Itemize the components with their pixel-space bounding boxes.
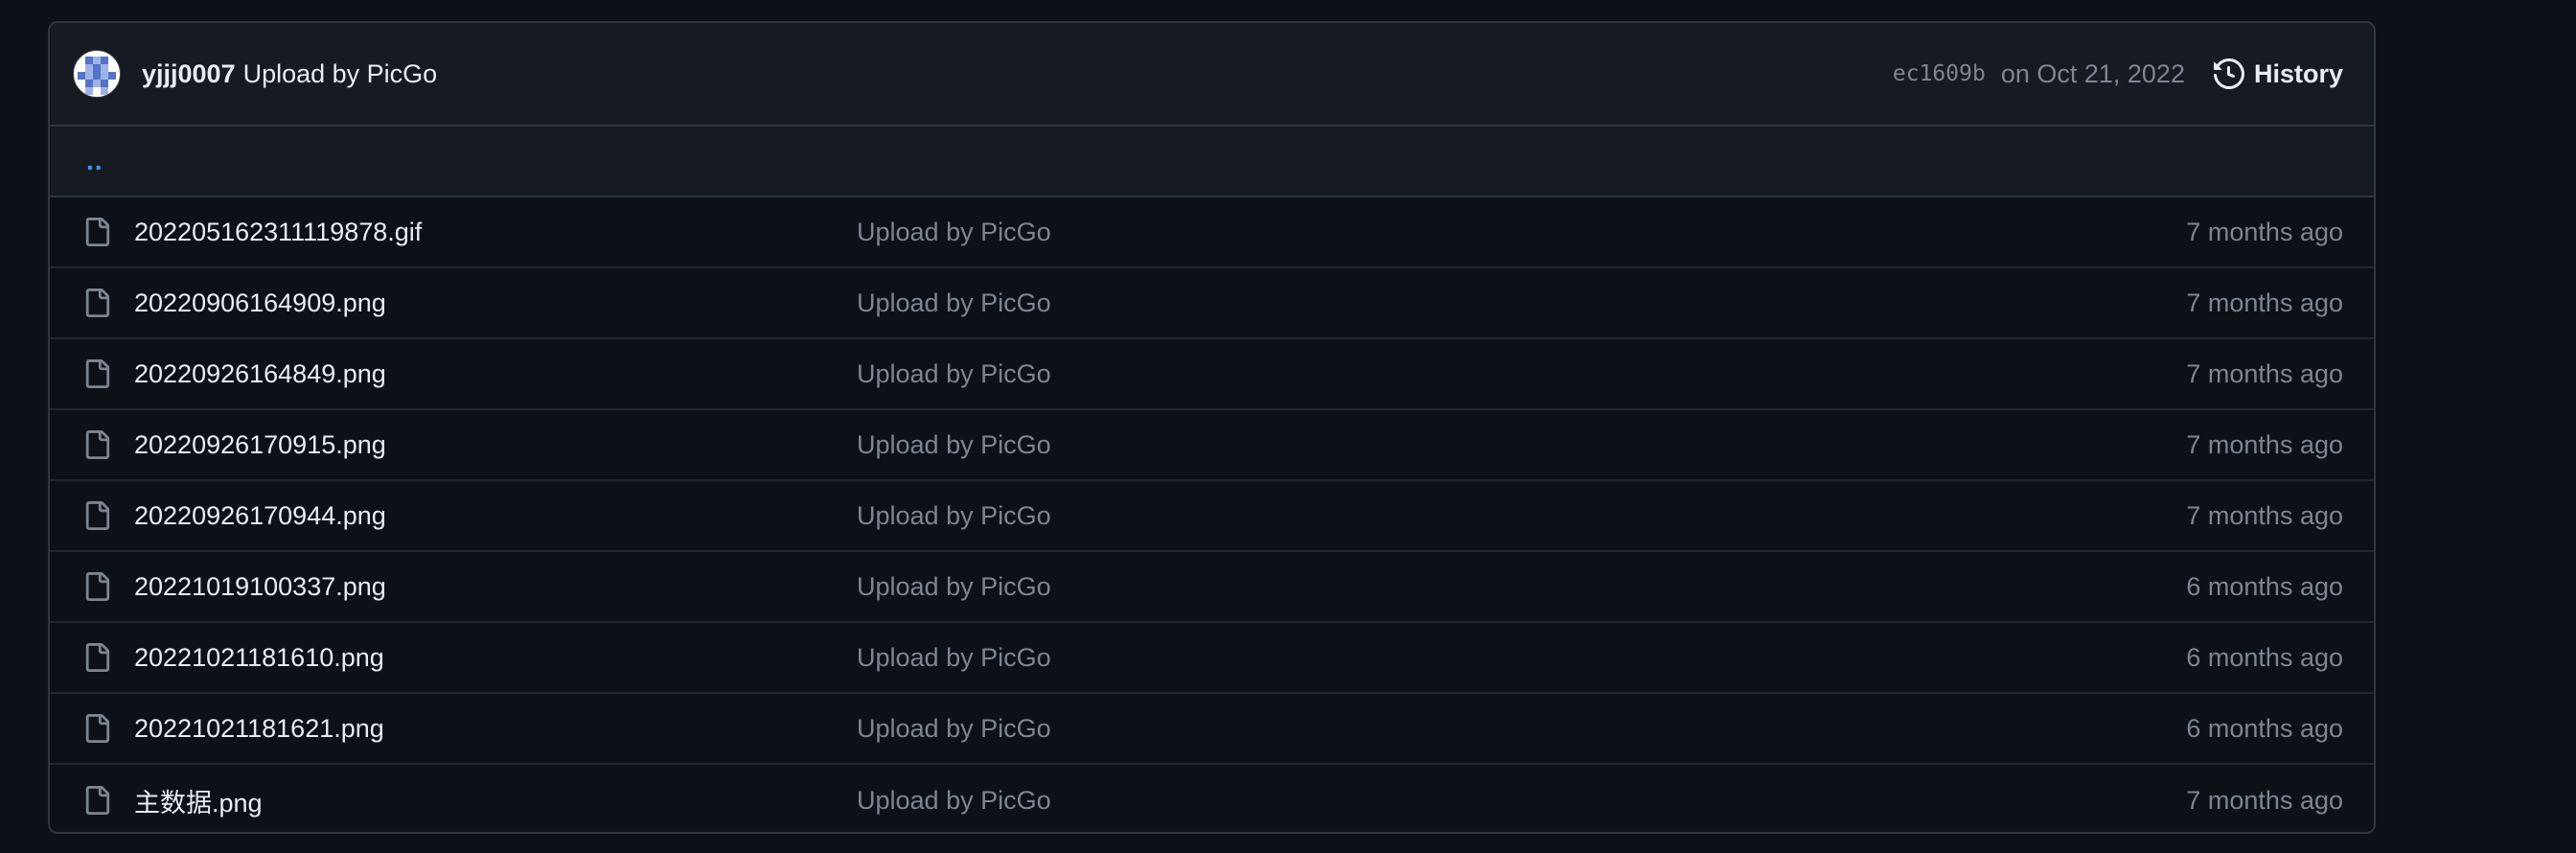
latest-commit-bar: yjjj0007 Upload by PicGo ec1609b on Oct … (50, 23, 2374, 127)
commit-author-link[interactable]: yjjj0007 (142, 59, 236, 89)
file-row[interactable]: 20220926170944.png Upload by PicGo 7 mon… (50, 481, 2374, 552)
file-name-link[interactable]: 20220906164909.png (134, 288, 857, 318)
file-name-link[interactable]: 主数据.png (134, 782, 857, 819)
file-last-modified: 6 months ago (2186, 571, 2343, 601)
file-icon (85, 430, 110, 459)
file-icon (85, 786, 110, 815)
file-commit-message-link[interactable]: Upload by PicGo (857, 501, 1051, 531)
file-browser: yjjj0007 Upload by PicGo ec1609b on Oct … (48, 21, 2376, 834)
file-list: 202205162311119878.gif Upload by PicGo 7… (50, 197, 2374, 832)
file-icon (85, 288, 110, 317)
commit-message-link[interactable]: Upload by PicGo (243, 59, 438, 89)
file-last-modified: 7 months ago (2186, 785, 2343, 815)
file-last-modified: 7 months ago (2186, 429, 2343, 459)
file-name-link[interactable]: 20221021181621.png (134, 714, 857, 744)
file-commit-message-link[interactable]: Upload by PicGo (857, 786, 1051, 816)
file-row[interactable]: 202205162311119878.gif Upload by PicGo 7… (50, 197, 2374, 268)
file-name-link[interactable]: 20221019100337.png (134, 572, 857, 602)
file-name-link[interactable]: 20221021181610.png (134, 643, 857, 673)
file-commit-message-link[interactable]: Upload by PicGo (857, 572, 1051, 602)
file-commit-message-link[interactable]: Upload by PicGo (857, 430, 1051, 460)
file-name-link[interactable]: 202205162311119878.gif (134, 218, 857, 247)
file-row[interactable]: 20221021181610.png Upload by PicGo 6 mon… (50, 623, 2374, 694)
file-last-modified: 7 months ago (2186, 500, 2343, 530)
file-row[interactable]: 主数据.png Upload by PicGo 7 months ago (50, 765, 2374, 832)
file-icon (85, 572, 110, 601)
file-row[interactable]: 20220906164909.png Upload by PicGo 7 mon… (50, 268, 2374, 339)
file-name-link[interactable]: 20220926164849.png (134, 359, 857, 389)
file-name-link[interactable]: 20220926170944.png (134, 501, 857, 531)
history-button[interactable]: History (2213, 58, 2343, 89)
file-icon (85, 643, 110, 672)
file-row[interactable]: 20221019100337.png Upload by PicGo 6 mon… (50, 552, 2374, 623)
file-commit-message-link[interactable]: Upload by PicGo (857, 218, 1051, 247)
history-label: History (2253, 58, 2343, 88)
commit-sha-link[interactable]: ec1609b (1893, 61, 1986, 86)
file-last-modified: 6 months ago (2186, 713, 2343, 743)
file-icon (85, 501, 110, 530)
file-last-modified: 7 months ago (2186, 288, 2343, 317)
file-name-link[interactable]: 20220926170915.png (134, 430, 857, 460)
file-icon (85, 359, 110, 388)
parent-directory-link[interactable]: .. (86, 146, 104, 176)
file-row[interactable]: 20220926164849.png Upload by PicGo 7 mon… (50, 339, 2374, 410)
file-commit-message-link[interactable]: Upload by PicGo (857, 643, 1051, 673)
file-last-modified: 6 months ago (2186, 642, 2343, 672)
file-commit-message-link[interactable]: Upload by PicGo (857, 359, 1051, 389)
file-icon (85, 714, 110, 743)
file-last-modified: 7 months ago (2186, 217, 2343, 246)
file-commit-message-link[interactable]: Upload by PicGo (857, 714, 1051, 744)
file-commit-message-link[interactable]: Upload by PicGo (857, 288, 1051, 318)
parent-directory-row[interactable]: .. (50, 127, 2374, 197)
file-last-modified: 7 months ago (2186, 358, 2343, 388)
author-avatar[interactable] (73, 50, 121, 98)
commit-date: on Oct 21, 2022 (2000, 58, 2185, 88)
file-row[interactable]: 20221021181621.png Upload by PicGo 6 mon… (50, 694, 2374, 765)
history-icon (2213, 58, 2244, 89)
file-row[interactable]: 20220926170915.png Upload by PicGo 7 mon… (50, 410, 2374, 481)
file-icon (85, 218, 110, 246)
